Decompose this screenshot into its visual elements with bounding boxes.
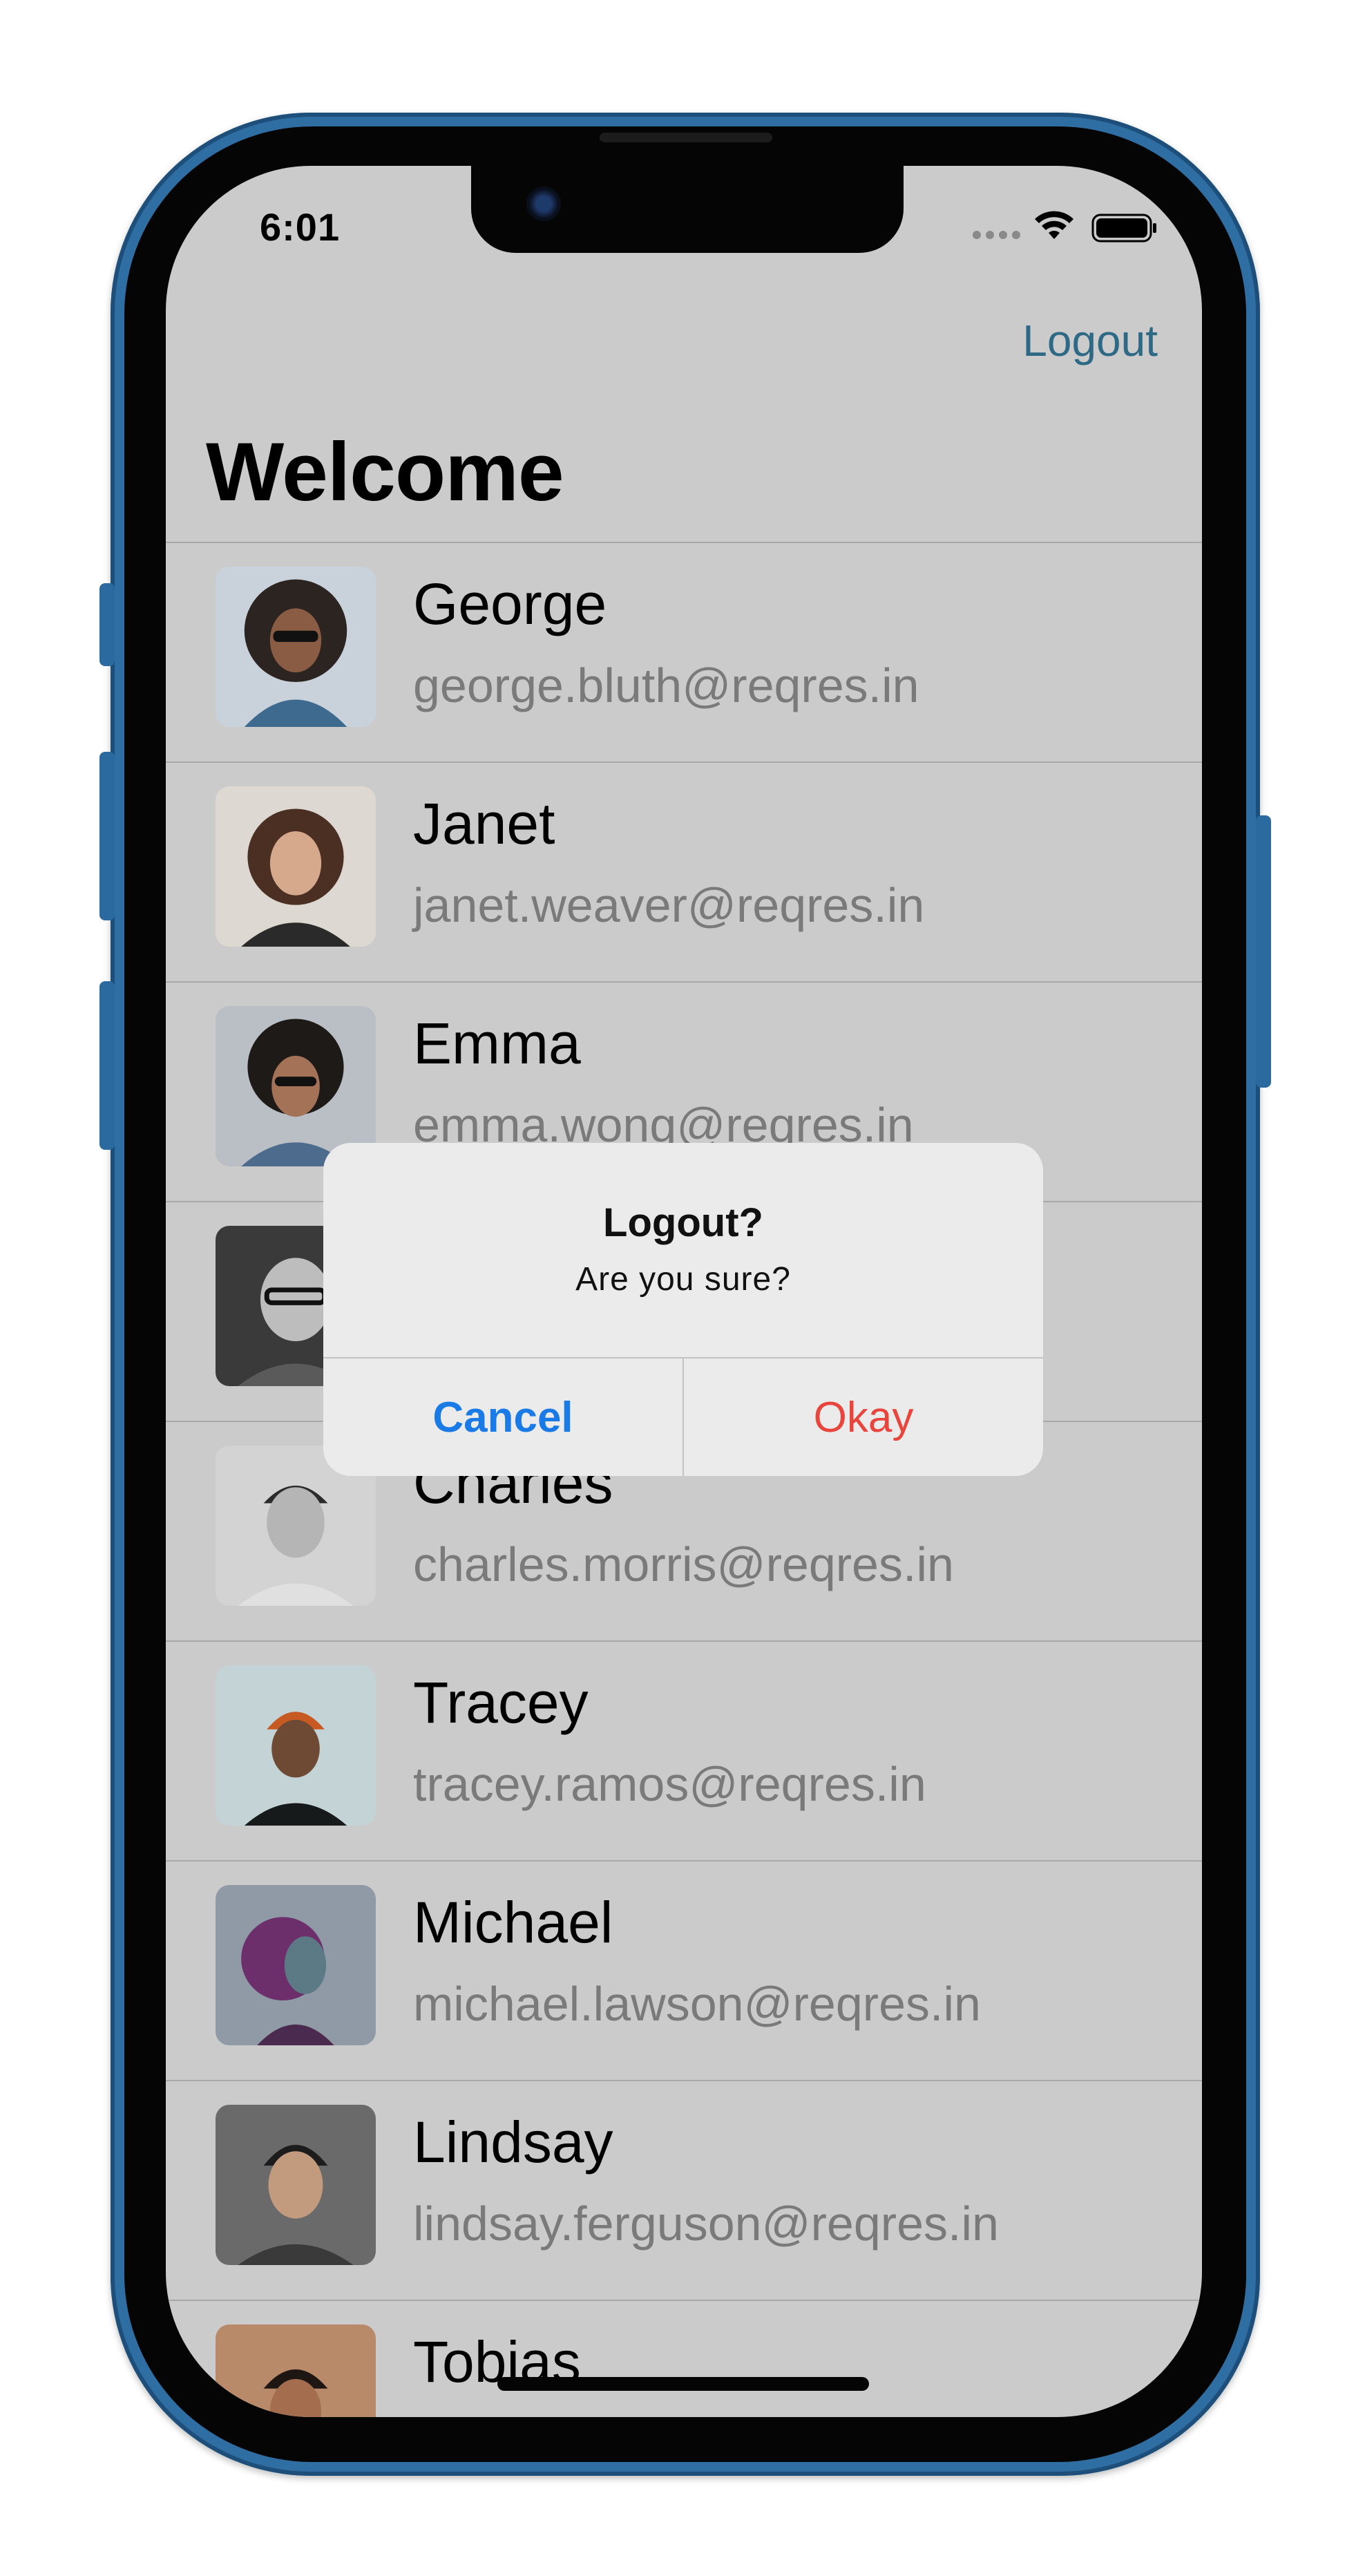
list-item[interactable]: Michael michael.lawson@reqres.in bbox=[166, 1860, 1202, 2080]
volume-down-button bbox=[99, 981, 115, 1150]
list-item[interactable]: Janet janet.weaver@reqres.in bbox=[166, 761, 1202, 981]
page-title: Welcome bbox=[206, 426, 564, 518]
home-indicator[interactable] bbox=[497, 2377, 869, 2391]
list-item[interactable]: George george.bluth@reqres.in bbox=[166, 542, 1202, 761]
user-email: janet.weaver@reqres.in bbox=[413, 878, 925, 932]
user-name: Tracey bbox=[413, 1670, 589, 1735]
power-button bbox=[1256, 815, 1271, 1088]
avatar bbox=[216, 2105, 376, 2265]
logout-alert-dialog: Logout? Are you sure? Cancel Okay bbox=[323, 1143, 1043, 1476]
camera-notch bbox=[471, 166, 904, 253]
silent-switch bbox=[99, 583, 115, 666]
battery-icon bbox=[1091, 214, 1156, 243]
avatar bbox=[216, 2324, 376, 2417]
alert-message: Are you sure? bbox=[575, 1261, 791, 1298]
cellular-signal-icon bbox=[973, 231, 1020, 239]
user-email: lindsay.ferguson@reqres.in bbox=[413, 2197, 999, 2251]
avatar bbox=[216, 786, 376, 947]
alert-title: Logout? bbox=[603, 1200, 763, 1245]
list-item[interactable]: Tracey tracey.ramos@reqres.in bbox=[166, 1640, 1202, 1860]
okay-button[interactable]: Okay bbox=[684, 1358, 1043, 1476]
wifi-icon bbox=[1035, 211, 1073, 239]
user-name: Lindsay bbox=[413, 2110, 613, 2175]
logout-button[interactable]: Logout bbox=[1022, 315, 1158, 366]
user-email: charles.morris@reqres.in bbox=[413, 1537, 954, 1591]
list-item[interactable]: Lindsay lindsay.ferguson@reqres.in bbox=[166, 2080, 1202, 2300]
avatar bbox=[216, 1665, 376, 1826]
avatar bbox=[216, 567, 376, 727]
list-item[interactable]: Tobias bbox=[166, 2300, 1202, 2417]
user-email: michael.lawson@reqres.in bbox=[413, 1977, 981, 2031]
user-name: Michael bbox=[413, 1890, 613, 1955]
cancel-button[interactable]: Cancel bbox=[323, 1358, 682, 1476]
status-time: 6:01 bbox=[260, 205, 341, 249]
user-email: tracey.ramos@reqres.in bbox=[413, 1757, 926, 1811]
avatar bbox=[216, 1885, 376, 2045]
user-name: Janet bbox=[413, 791, 555, 856]
earpiece-speaker bbox=[600, 133, 772, 142]
volume-up-button bbox=[99, 752, 115, 920]
user-name: George bbox=[413, 571, 607, 636]
user-email: george.bluth@reqres.in bbox=[413, 659, 919, 712]
user-name: Emma bbox=[413, 1011, 581, 1076]
user-list: George george.bluth@reqres.in Janet jane… bbox=[166, 542, 1202, 2417]
